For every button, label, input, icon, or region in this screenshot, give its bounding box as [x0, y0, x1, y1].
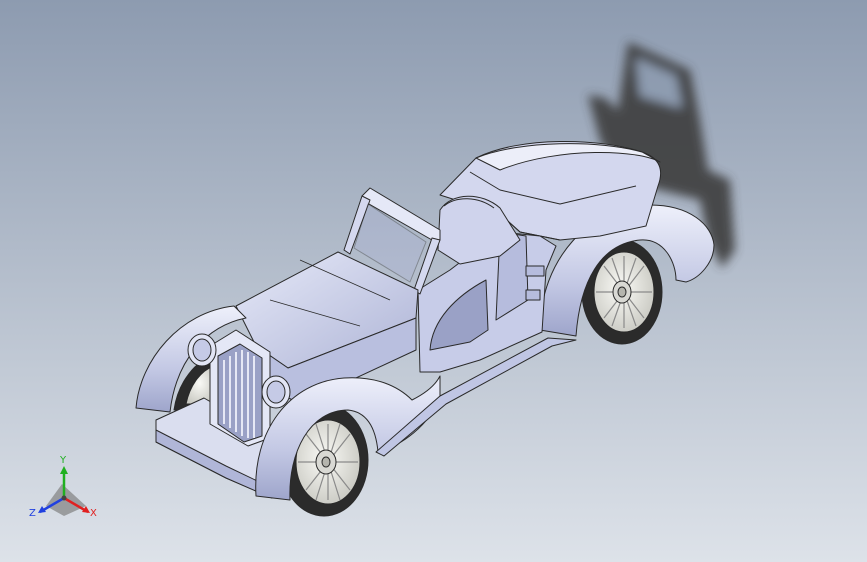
model-scene[interactable]: X Y Z: [0, 0, 867, 562]
triad-z-label: Z: [29, 508, 36, 519]
graphics-viewport[interactable]: X Y Z: [0, 0, 867, 562]
triad-y-label: Y: [59, 455, 67, 466]
triad-x-label: X: [90, 508, 97, 519]
headlight-left: [187, 333, 217, 367]
headlight-right: [261, 375, 291, 409]
radiator-grille[interactable]: [209, 329, 271, 447]
